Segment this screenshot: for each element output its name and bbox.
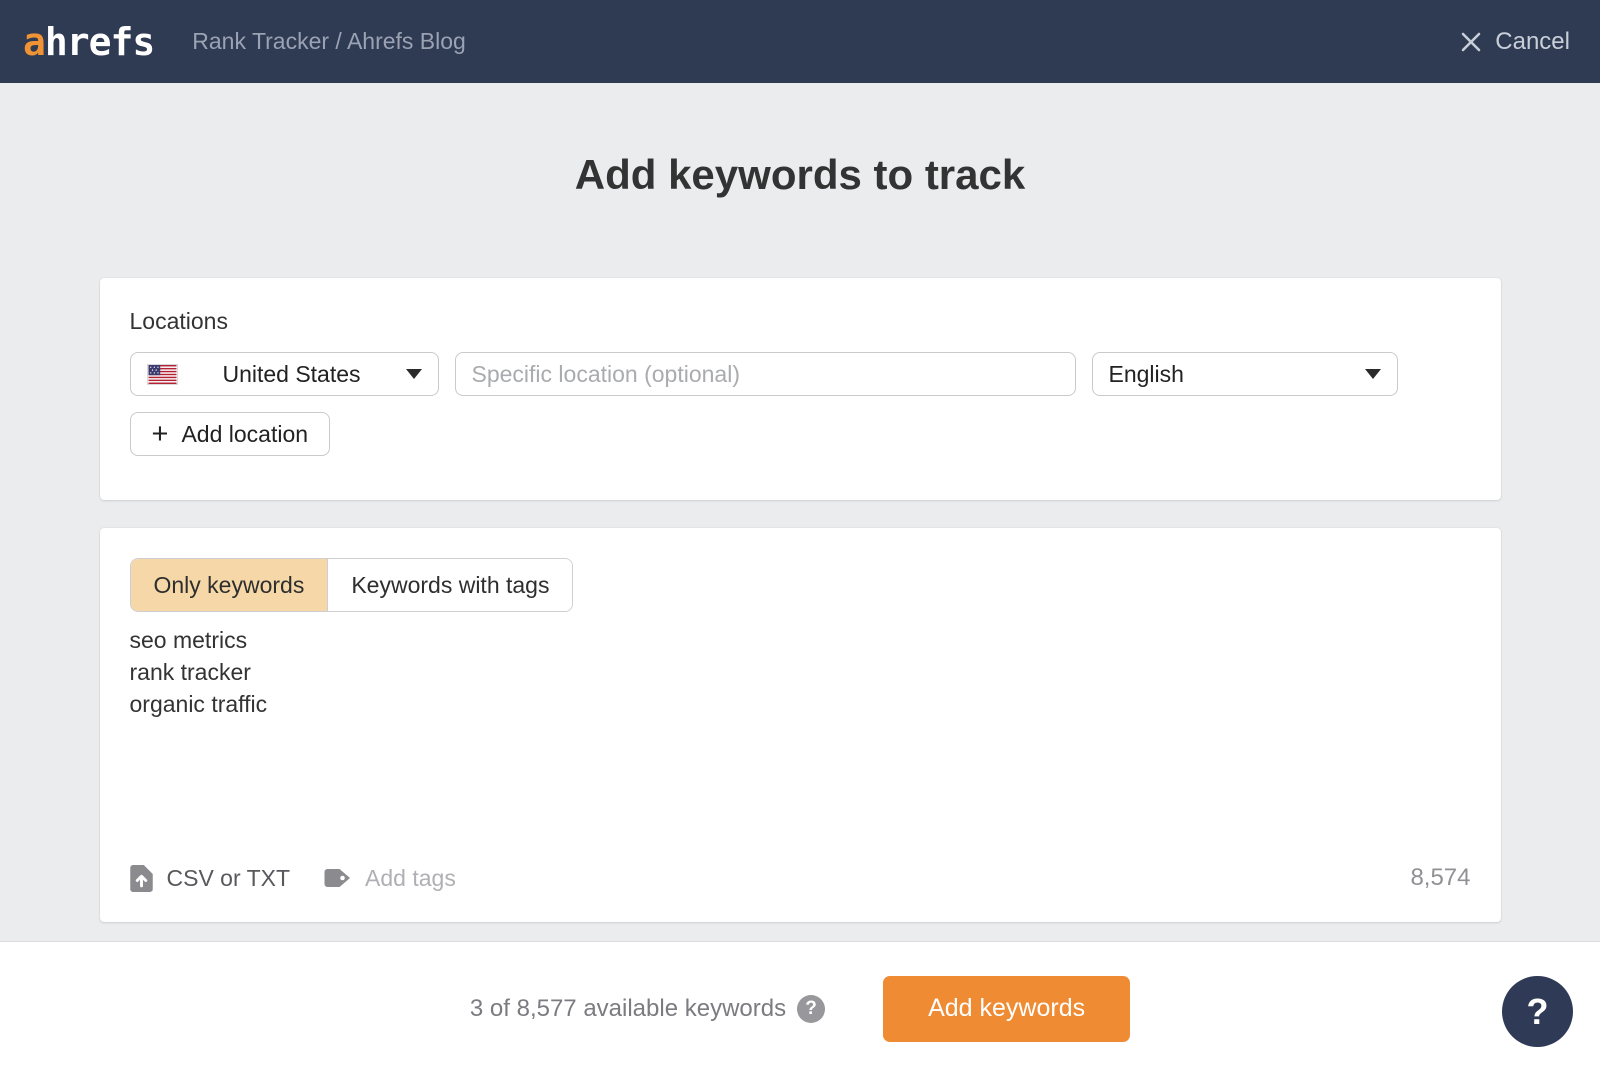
chevron-down-icon xyxy=(1365,369,1381,379)
tag-icon xyxy=(324,868,351,888)
available-keywords-text: 3 of 8,577 available keywords xyxy=(470,995,786,1023)
keywords-input[interactable]: seo metrics rank tracker organic traffic xyxy=(130,624,1471,864)
page-title: Add keywords to track xyxy=(0,147,1600,202)
logo-letters-hrefs: hrefs xyxy=(45,20,154,64)
plus-icon: + xyxy=(152,420,169,449)
keywords-tabs: Only keywords Keywords with tags xyxy=(130,558,574,612)
help-tooltip-icon[interactable]: ? xyxy=(797,995,825,1023)
add-tags-label: Add tags xyxy=(365,865,456,892)
country-select[interactable]: United States xyxy=(130,352,439,396)
us-flag-icon xyxy=(147,364,178,385)
tab-keywords-with-tags[interactable]: Keywords with tags xyxy=(327,559,572,611)
add-location-button[interactable]: + Add location xyxy=(130,412,331,456)
add-keywords-button[interactable]: Add keywords xyxy=(883,976,1130,1042)
cancel-label: Cancel xyxy=(1495,28,1570,56)
add-location-label: Add location xyxy=(181,421,308,448)
locations-row: United States English xyxy=(130,352,1471,396)
top-bar: ahrefs Rank Tracker / Ahrefs Blog Cancel xyxy=(0,0,1600,83)
cancel-button[interactable]: Cancel xyxy=(1460,28,1570,56)
logo-letter-a: a xyxy=(23,20,45,64)
specific-location-input[interactable] xyxy=(455,352,1076,396)
keywords-card-footer: CSV or TXT Add tags 8,574 xyxy=(130,864,1471,892)
footer-bar: 3 of 8,577 available keywords ? Add keyw… xyxy=(0,941,1600,1075)
help-button[interactable]: ? xyxy=(1502,976,1573,1047)
locations-card: Locations xyxy=(100,278,1501,500)
close-icon xyxy=(1460,31,1482,53)
keyword-count: 8,574 xyxy=(1410,864,1470,892)
file-upload-icon xyxy=(130,865,153,892)
breadcrumb: Rank Tracker / Ahrefs Blog xyxy=(192,28,466,55)
language-select[interactable]: English xyxy=(1092,352,1398,396)
language-select-value: English xyxy=(1109,361,1184,388)
ahrefs-logo[interactable]: ahrefs xyxy=(23,20,154,64)
csv-upload-label: CSV or TXT xyxy=(167,865,291,892)
add-tags-button[interactable]: Add tags xyxy=(324,865,456,892)
tab-only-keywords[interactable]: Only keywords xyxy=(131,559,328,611)
keywords-card: Only keywords Keywords with tags seo met… xyxy=(100,528,1501,922)
locations-label: Locations xyxy=(130,308,1471,334)
chevron-down-icon xyxy=(406,369,422,379)
csv-upload-button[interactable]: CSV or TXT xyxy=(130,865,291,892)
country-select-value: United States xyxy=(178,361,406,388)
